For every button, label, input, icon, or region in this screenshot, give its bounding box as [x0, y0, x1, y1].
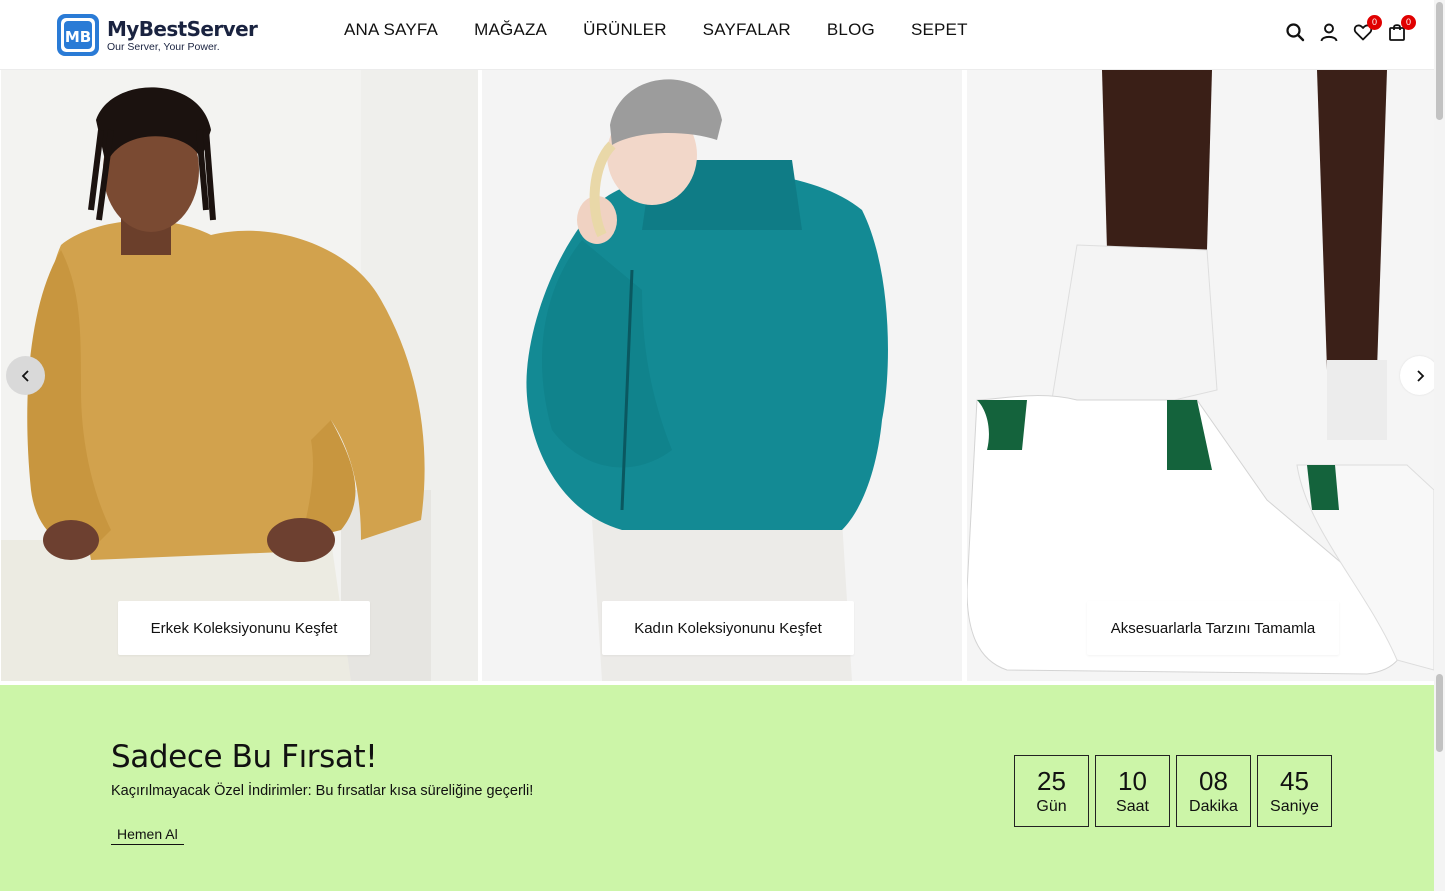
countdown-seconds: 45 Saniye	[1257, 755, 1332, 827]
svg-text:MB: MB	[65, 28, 91, 46]
promo-banner: Sadece Bu Fırsat! Kaçırılmayacak Özel İn…	[0, 685, 1434, 891]
countdown-minutes: 08 Dakika	[1176, 755, 1251, 827]
countdown-seconds-label: Saniye	[1270, 798, 1319, 815]
countdown-hours-label: Saat	[1116, 798, 1149, 815]
men-collection-image	[1, 70, 478, 681]
nav-item-products[interactable]: ÜRÜNLER	[583, 20, 667, 40]
slide-women[interactable]: Kadın Koleksiyonunu Keşfet	[482, 70, 962, 681]
scrollbar-thumb-secondary[interactable]	[1436, 674, 1443, 752]
nav-item-pages[interactable]: SAYFALAR	[703, 20, 791, 40]
main-nav: ANA SAYFA MAĞAZA ÜRÜNLER SAYFALAR BLOG S…	[344, 20, 1004, 40]
shop-now-link[interactable]: Hemen Al	[111, 826, 184, 845]
nav-item-cart[interactable]: SEPET	[911, 20, 968, 40]
chevron-right-icon	[1416, 369, 1424, 382]
promo-subtitle: Kaçırılmayacak Özel İndirimler: Bu fırsa…	[111, 783, 534, 799]
user-icon[interactable]	[1319, 22, 1339, 42]
search-icon[interactable]	[1285, 22, 1305, 42]
brand-name: MyBestServer	[107, 16, 258, 41]
countdown-hours-value: 10	[1118, 766, 1147, 796]
countdown-minutes-value: 08	[1199, 766, 1228, 796]
scrollbar-thumb[interactable]	[1436, 2, 1443, 120]
slide-accessories[interactable]: Aksesuarlarla Tarzını Tamamla	[967, 70, 1434, 681]
women-collection-button[interactable]: Kadın Koleksiyonunu Keşfet	[602, 601, 854, 655]
chevron-left-icon	[21, 369, 29, 382]
shopping-bag-icon[interactable]: 0	[1387, 15, 1416, 42]
brand-tagline: Our Server, Your Power.	[107, 40, 220, 53]
slider-prev-button[interactable]	[6, 356, 45, 395]
logo-mark-icon: MB	[57, 14, 99, 56]
countdown-hours: 10 Saat	[1095, 755, 1170, 827]
countdown-timer: 25 Gün 10 Saat 08 Dakika 45 Saniye	[1014, 755, 1338, 827]
countdown-seconds-value: 45	[1280, 766, 1309, 796]
countdown-days-value: 25	[1037, 766, 1066, 796]
accessories-collection-image	[967, 70, 1434, 681]
accessories-collection-button[interactable]: Aksesuarlarla Tarzını Tamamla	[1087, 601, 1339, 655]
countdown-days: 25 Gün	[1014, 755, 1089, 827]
hero-slider: Erkek Koleksiyonunu Keşfet Kadın Koleksi…	[0, 70, 1439, 681]
header-icons: 0 0	[1285, 15, 1421, 42]
heart-icon[interactable]: 0	[1353, 15, 1382, 42]
promo-title: Sadece Bu Fırsat!	[111, 739, 378, 775]
countdown-minutes-label: Dakika	[1189, 798, 1238, 815]
nav-item-blog[interactable]: BLOG	[827, 20, 875, 40]
countdown-days-label: Gün	[1036, 798, 1067, 815]
cart-count-badge: 0	[1401, 15, 1416, 30]
men-collection-button[interactable]: Erkek Koleksiyonunu Keşfet	[118, 601, 370, 655]
slide-men[interactable]: Erkek Koleksiyonunu Keşfet	[1, 70, 478, 681]
site-header: MB MyBestServer Our Server, Your Power. …	[0, 0, 1434, 70]
brand-logo[interactable]: MB MyBestServer Our Server, Your Power.	[55, 12, 258, 58]
women-collection-image	[482, 70, 962, 681]
nav-item-home[interactable]: ANA SAYFA	[344, 20, 438, 40]
wishlist-count-badge: 0	[1367, 15, 1382, 30]
page-scrollbar[interactable]	[1434, 0, 1445, 891]
nav-item-store[interactable]: MAĞAZA	[474, 20, 547, 40]
